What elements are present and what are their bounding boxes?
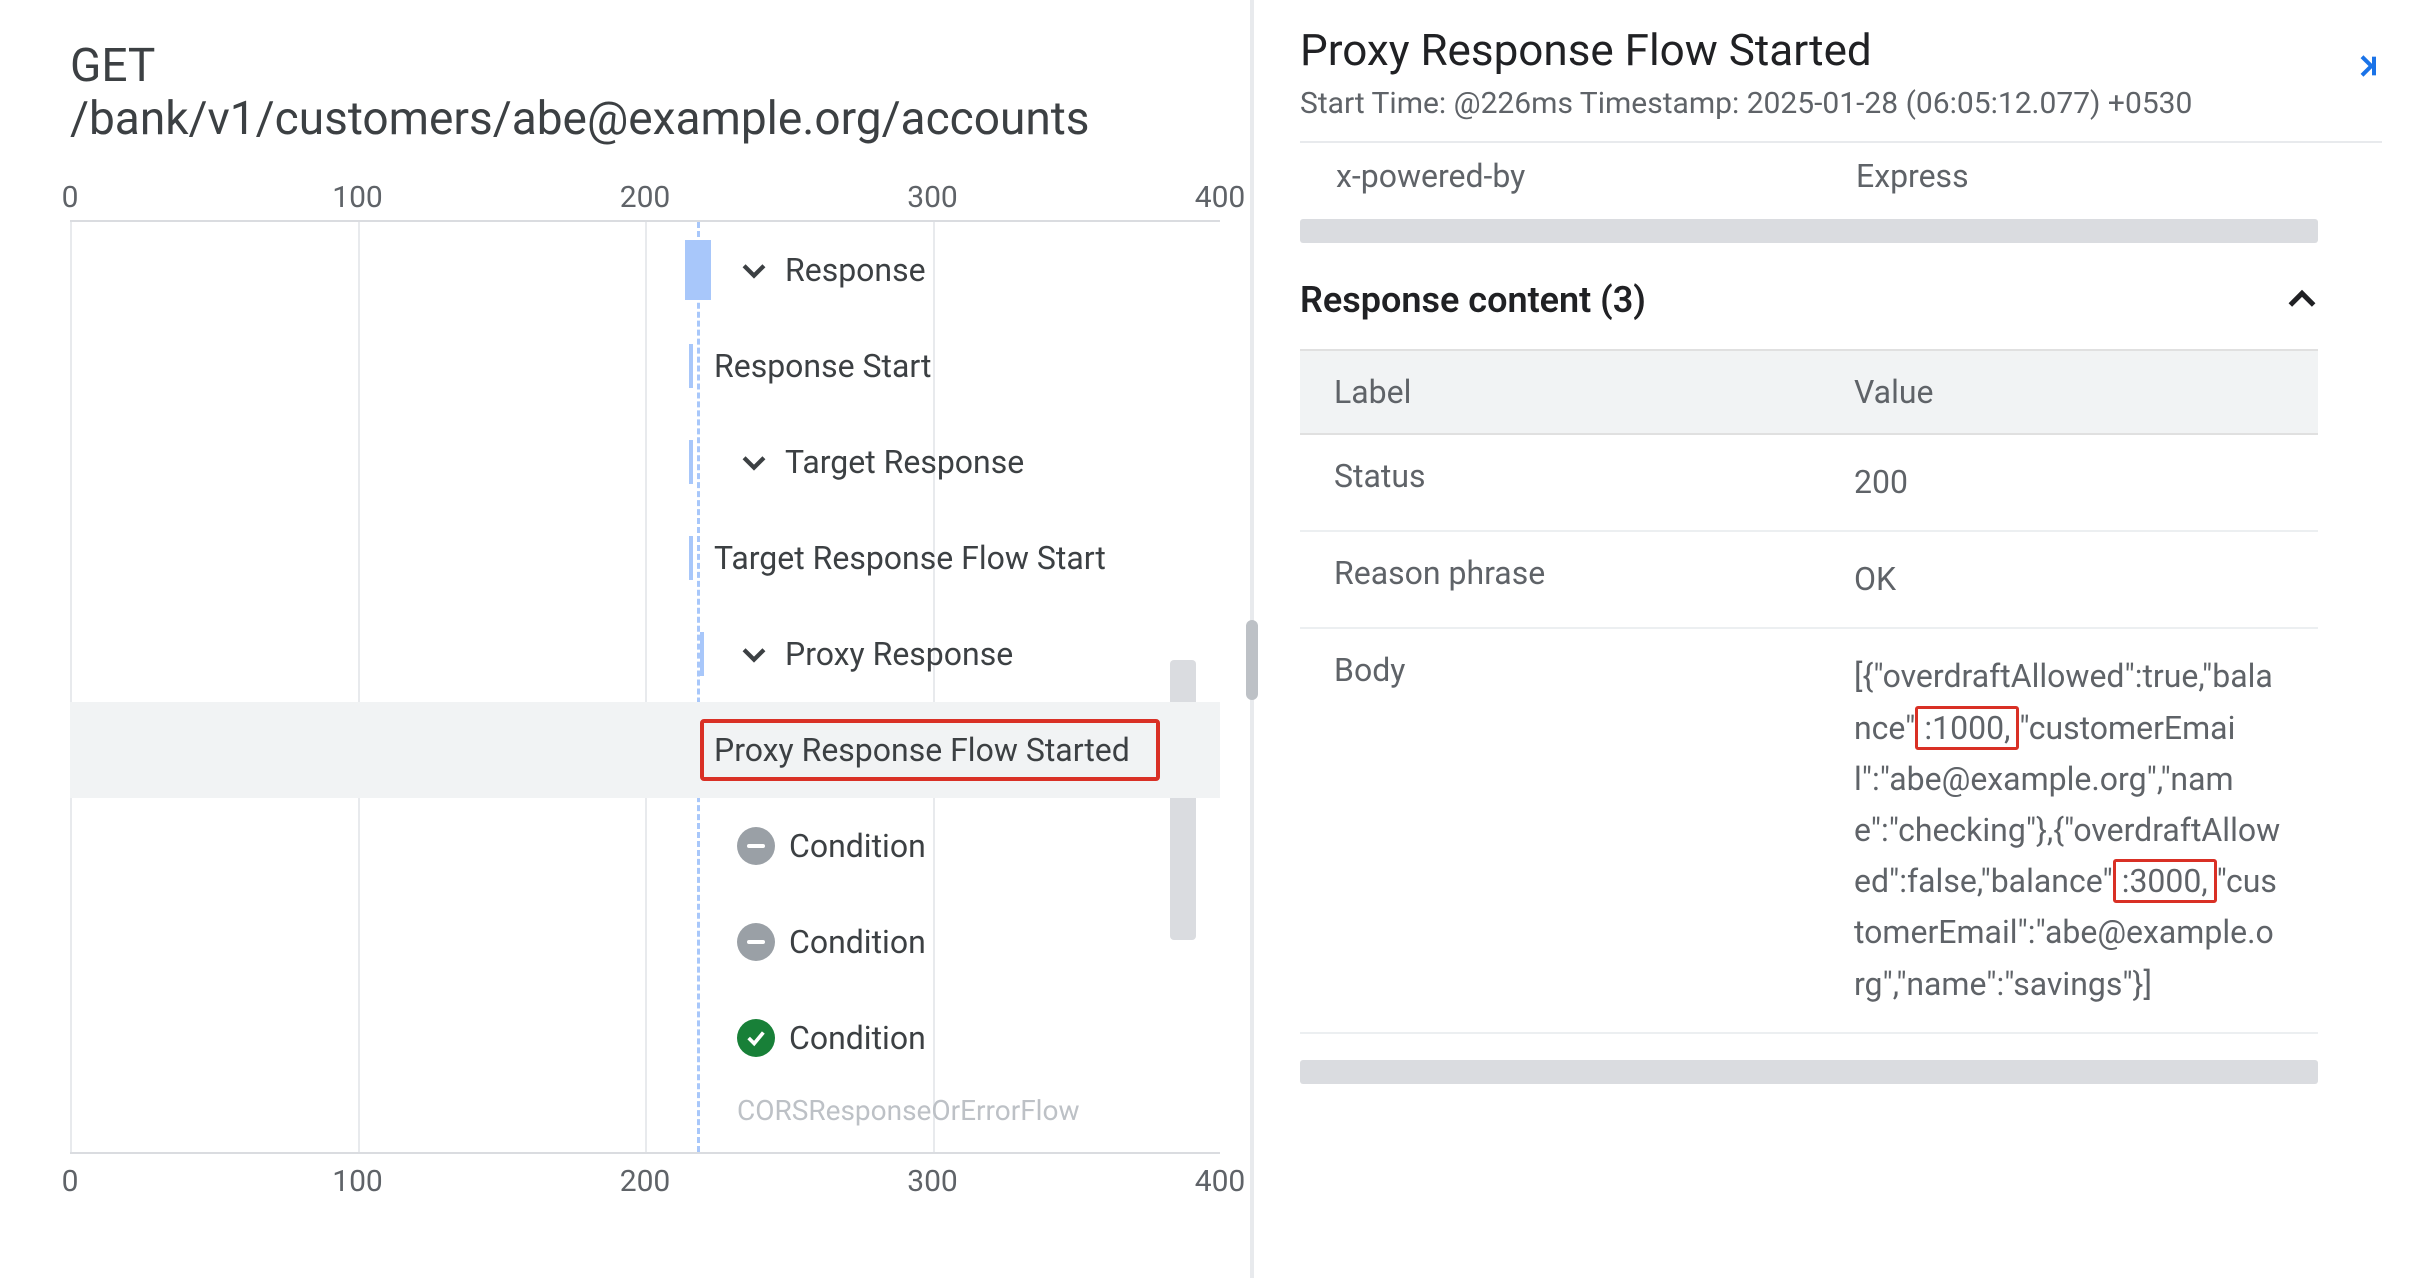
table-row: Body [{"overdraftAllowed":true,"balance"… [1300, 629, 2318, 1033]
chevron-down-icon[interactable] [737, 637, 771, 671]
col-value: Value [1820, 351, 2318, 433]
cell-label: Reason phrase [1300, 532, 1820, 614]
table-header: Label Value [1300, 349, 2318, 435]
duration-bar [685, 240, 710, 300]
highlighted-value: :3000, [2113, 859, 2217, 903]
axis-tick: 400 [1195, 180, 1246, 215]
axis-bottom: 0100200300400 [70, 1152, 1220, 1202]
timeline-row[interactable]: Condition [70, 798, 1220, 894]
timeline-row-label: Proxy Response [785, 635, 1013, 673]
timeline-row[interactable]: Condition [70, 990, 1220, 1086]
axis-tick: 300 [907, 1164, 958, 1199]
timeline-row-label: Response Start [714, 347, 931, 385]
section-title: Response content (3) [1300, 279, 1646, 321]
event-tick [700, 632, 704, 676]
cell-label: Body [1300, 629, 1820, 711]
highlighted-value: :1000, [1915, 706, 2019, 750]
event-tick [689, 536, 693, 580]
axis-tick: 200 [620, 180, 671, 215]
timeline-row[interactable]: Condition [70, 894, 1220, 990]
timeline-row[interactable]: Proxy Response [70, 606, 1220, 702]
timeline-row-label: Condition [789, 923, 926, 961]
minus-circle-icon [737, 827, 775, 865]
timeline-row-label: Condition [789, 827, 926, 865]
axis-tick: 0 [62, 1164, 79, 1199]
cell-value: OK [1820, 532, 2318, 627]
request-method: GET [70, 40, 1220, 93]
col-label: Label [1300, 351, 1820, 433]
event-tick [700, 728, 704, 772]
cell-value-body: [{"overdraftAllowed":true,"balance":1000… [1820, 629, 2318, 1031]
minus-circle-icon [737, 923, 775, 961]
response-section-scrollbar[interactable] [1300, 1060, 2318, 1084]
axis-tick: 200 [620, 1164, 671, 1199]
timeline-row-label: Target Response Flow Start [714, 539, 1106, 577]
timeline-row[interactable]: Target Response [70, 414, 1220, 510]
response-content-table: Label Value Status200Reason phraseOK Bod… [1300, 349, 2318, 1034]
header-label: x-powered-by [1336, 157, 1856, 195]
timeline-row-label: Condition [789, 1019, 926, 1057]
axis-tick: 0 [62, 180, 79, 215]
check-circle-icon [737, 1019, 775, 1057]
axis-tick: 400 [1195, 1164, 1246, 1199]
timeline-panel: GET /bank/v1/customers/abe@example.org/a… [0, 0, 1250, 1278]
table-row: Reason phraseOK [1300, 532, 2318, 629]
timeline-row[interactable]: Target Response Flow Start [70, 510, 1220, 606]
axis-tick: 100 [332, 1164, 383, 1199]
event-tick [689, 440, 693, 484]
detail-subtitle: Start Time: @226ms Timestamp: 2025-01-28… [1300, 86, 2192, 121]
cell-label: Status [1300, 435, 1820, 517]
event-tick [689, 344, 693, 388]
header-value: Express [1856, 157, 1969, 195]
axis-top: 0100200300400 [70, 172, 1220, 222]
timeline-row[interactable]: Response Start [70, 318, 1220, 414]
table-row: Status200 [1300, 435, 2318, 532]
timeline-row-label: Response [785, 251, 926, 289]
detail-title: Proxy Response Flow Started [1300, 24, 2192, 76]
axis-tick: 300 [907, 180, 958, 215]
timeline-chart[interactable]: Response Response Start Target Response Tar… [70, 222, 1220, 1152]
section-response-content[interactable]: Response content (3) [1300, 279, 2382, 321]
timeline-row[interactable]: Proxy Response Flow Started [70, 702, 1220, 798]
cell-value: 200 [1820, 435, 2318, 530]
chevron-down-icon[interactable] [737, 445, 771, 479]
collapse-panel-icon[interactable] [2350, 50, 2382, 82]
detail-panel: Proxy Response Flow Started Start Time: … [1254, 0, 2410, 1278]
header-section-scrollbar[interactable] [1300, 219, 2318, 243]
timeline-row[interactable]: Response [70, 222, 1220, 318]
header-row-x-powered-by: x-powered-by Express [1300, 143, 2382, 209]
timeline-row-label: Target Response [785, 443, 1024, 481]
chevron-down-icon[interactable] [737, 253, 771, 287]
axis-tick: 100 [332, 180, 383, 215]
timeline-row-label: Proxy Response Flow Started [714, 731, 1130, 769]
chevron-up-icon [2282, 280, 2322, 320]
timeline-row: CORSResponseOrErrorFlow [70, 1086, 1220, 1136]
timeline-row-label: CORSResponseOrErrorFlow [737, 1094, 1080, 1127]
request-path: /bank/v1/customers/abe@example.org/accou… [70, 93, 1220, 146]
